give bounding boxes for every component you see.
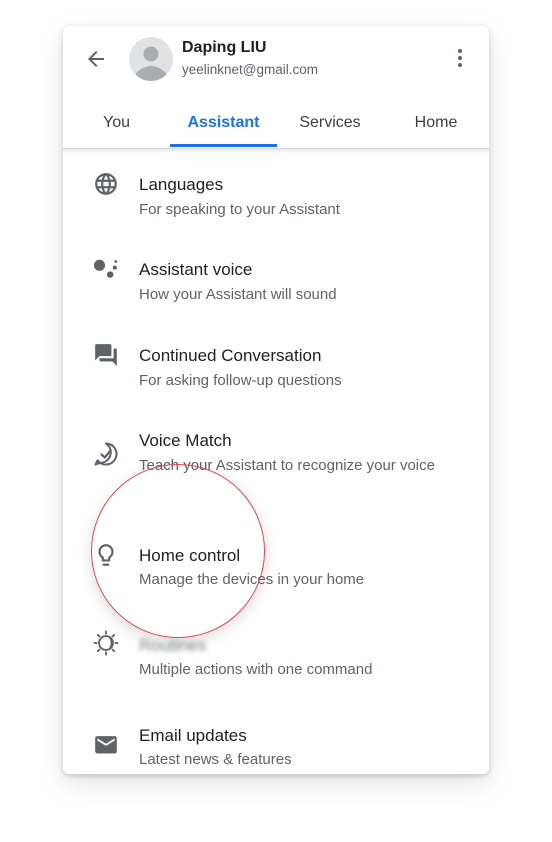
- account-email: yeelinknet@gmail.com: [182, 62, 319, 77]
- lightbulb-icon: [93, 542, 119, 568]
- mail-icon: [93, 734, 119, 760]
- setting-routines[interactable]: Routines Multiple actions with one comma…: [63, 618, 489, 702]
- tab-you[interactable]: You: [63, 100, 170, 146]
- setting-title: Email updates: [139, 726, 247, 745]
- setting-voice-match[interactable]: Voice Match Teach your Assistant to reco…: [63, 411, 489, 511]
- globe-icon: [93, 171, 119, 197]
- more-vert-icon: [458, 49, 462, 67]
- tab-home[interactable]: Home: [383, 100, 489, 146]
- setting-subtitle: Manage the devices in your home: [139, 571, 365, 588]
- chat-bubbles-icon: [93, 342, 119, 368]
- setting-title: Voice Match: [139, 431, 232, 450]
- tab-services[interactable]: Services: [277, 100, 383, 146]
- setting-languages[interactable]: Languages For speaking to your Assistant: [63, 155, 489, 239]
- setting-title: Languages: [139, 175, 224, 194]
- setting-title: Continued Conversation: [139, 346, 322, 365]
- assistant-dots-icon: [93, 256, 119, 282]
- more-options-button[interactable]: [447, 45, 473, 71]
- setting-subtitle: Latest news & features: [139, 751, 292, 768]
- back-button[interactable]: [83, 46, 109, 72]
- setting-email-updates[interactable]: Email updates Latest news & features: [63, 702, 489, 774]
- voice-match-icon: [93, 441, 119, 467]
- setting-title: Home control: [139, 546, 241, 565]
- setting-subtitle: For speaking to your Assistant: [139, 201, 340, 218]
- setting-home-control[interactable]: Home control Manage the devices in your …: [63, 516, 489, 600]
- setting-assistant-voice[interactable]: Assistant voice How your Assistant will …: [63, 240, 489, 324]
- setting-subtitle: How your Assistant will sound: [139, 286, 337, 303]
- setting-subtitle: For asking follow-up questions: [139, 372, 342, 389]
- app-header: Daping LIU yeelinknet@gmail.com You Assi…: [63, 26, 489, 149]
- tab-assistant[interactable]: Assistant: [170, 100, 277, 146]
- setting-subtitle: Teach your Assistant to recognize your v…: [139, 456, 444, 476]
- setting-subtitle: Multiple actions with one command: [139, 661, 373, 678]
- setting-subtitle-text: Teach your Assistant to recognize your v…: [139, 457, 435, 474]
- settings-card: Daping LIU yeelinknet@gmail.com You Assi…: [63, 26, 489, 774]
- setting-title: Routines: [139, 636, 207, 655]
- routines-icon: [93, 630, 119, 656]
- setting-title: Assistant voice: [139, 260, 253, 279]
- tab-bar: You Assistant Services Home: [63, 100, 489, 148]
- person-icon: [136, 46, 166, 81]
- setting-continued-conversation[interactable]: Continued Conversation For asking follow…: [63, 326, 489, 410]
- active-tab-indicator: [170, 144, 277, 147]
- arrow-back-icon: [88, 51, 104, 67]
- avatar[interactable]: [129, 37, 173, 81]
- account-name: Daping LIU: [182, 39, 267, 56]
